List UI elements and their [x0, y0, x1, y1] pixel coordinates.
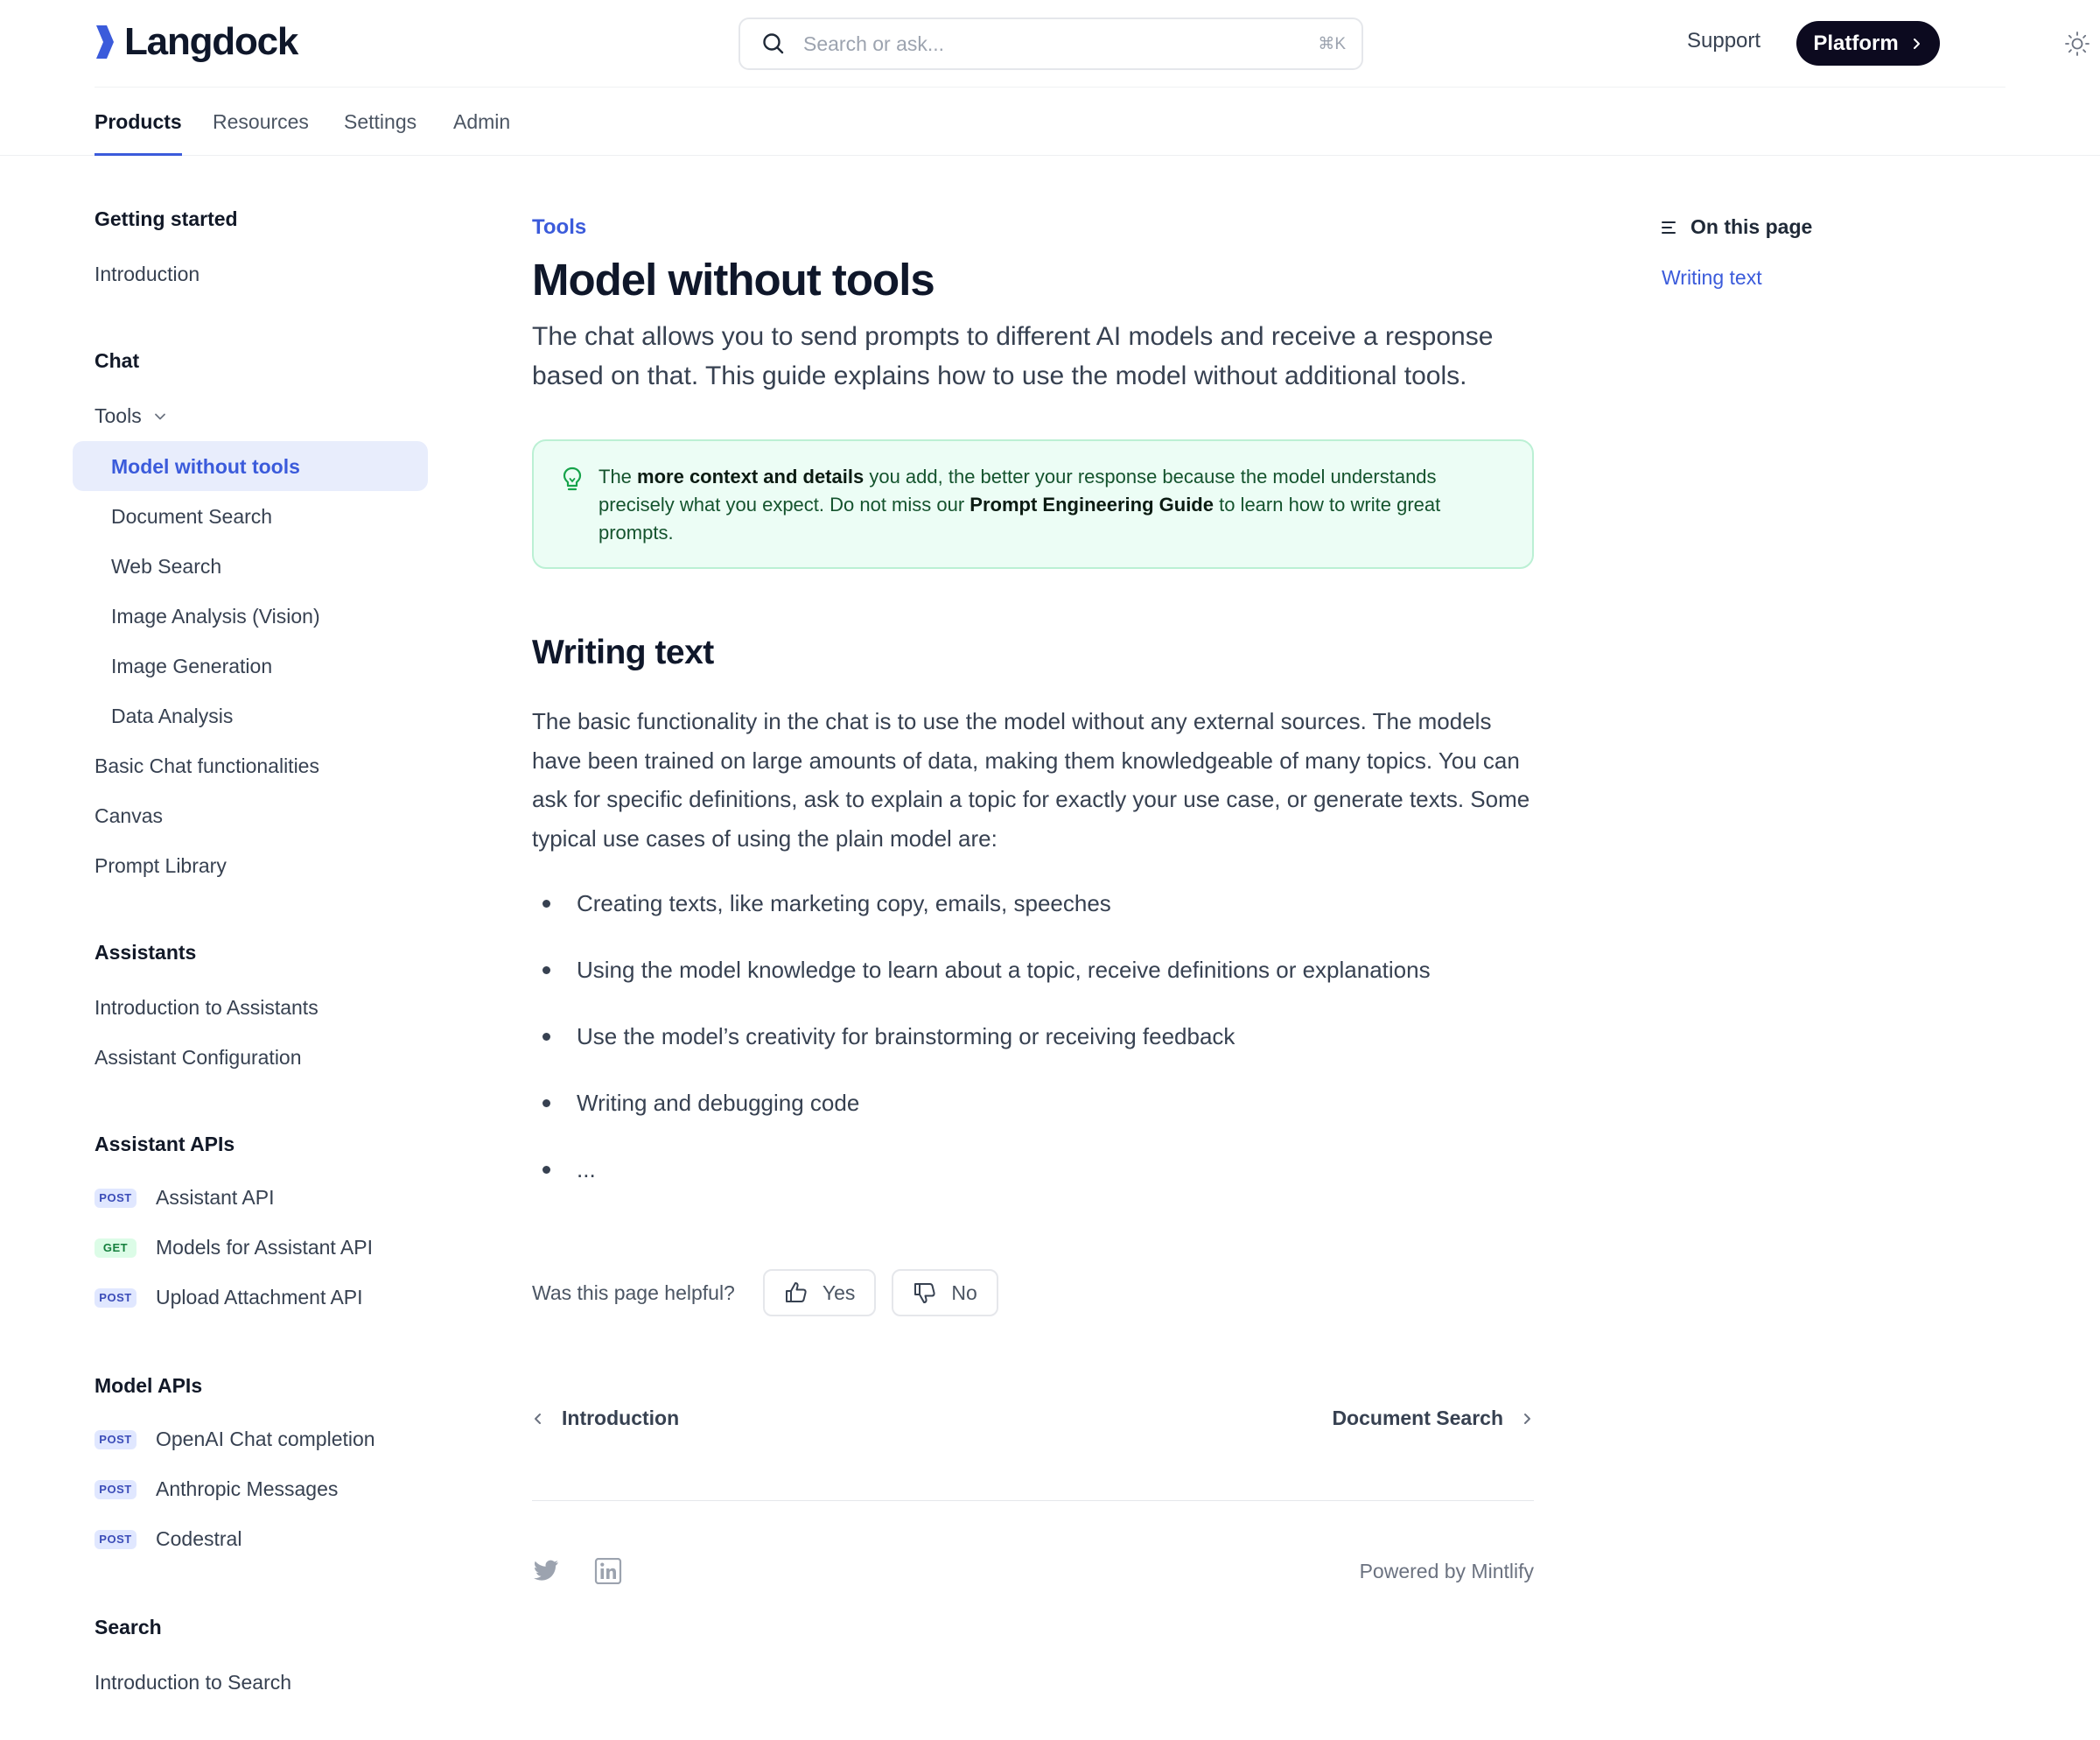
tab-settings[interactable]: Settings [344, 110, 416, 156]
feedback-bar: Was this page helpful? Yes No [532, 1269, 1014, 1316]
list-item: Writing and debugging code [532, 1085, 859, 1120]
sidebar-item-model-without-tools-label: Model without tools [111, 455, 300, 478]
tab-products[interactable]: Products [94, 110, 182, 156]
sidebar-item-openai-chat[interactable]: POST OpenAI Chat completion [94, 1428, 375, 1451]
search-shortcut: ⌘K [1318, 34, 1346, 53]
callout-emphasis: more context and details [637, 466, 864, 488]
page-title: Model without tools [532, 255, 935, 305]
feedback-question: Was this page helpful? [532, 1280, 735, 1304]
logo-mark-icon [96, 25, 114, 59]
sidebar-item-web-search[interactable]: Web Search [111, 555, 221, 579]
toc-header: On this page [1661, 215, 1812, 239]
logo-text: Langdock [124, 20, 298, 63]
method-badge-post: POST [94, 1188, 136, 1208]
chevron-down-icon [154, 413, 165, 419]
pager-previous-link[interactable]: Introduction [532, 1407, 679, 1430]
platform-button[interactable]: Platform [1796, 21, 1940, 66]
sidebar-section-model-apis: Model APIs [94, 1374, 203, 1397]
sidebar-item-image-analysis[interactable]: Image Analysis (Vision) [111, 605, 320, 628]
sidebar-item-canvas[interactable]: Canvas [94, 804, 163, 828]
sidebar-item-anthropic-messages[interactable]: POST Anthropic Messages [94, 1477, 338, 1501]
method-badge-post: POST [94, 1479, 136, 1499]
pager-next-link[interactable]: Document Search [1332, 1407, 1533, 1430]
sidebar-item-label: Models for Assistant API [156, 1236, 374, 1259]
product-tabs: Products Resources Settings Admin [0, 88, 2100, 156]
footer-divider [532, 1500, 1534, 1501]
powered-by-link[interactable]: Powered by Mintlify [1360, 1560, 1534, 1583]
sidebar-item-label: Assistant API [156, 1186, 275, 1209]
sidebar-item-intro-assistants[interactable]: Introduction to Assistants [94, 996, 318, 1020]
breadcrumb-eyebrow: Tools [532, 215, 587, 239]
sidebar-item-prompt-library[interactable]: Prompt Library [94, 854, 227, 878]
twitter-icon[interactable] [532, 1558, 560, 1584]
list-item: Use the model’s creativity for brainstor… [532, 1019, 1235, 1054]
sidebar-item-label: Anthropic Messages [156, 1477, 339, 1500]
sun-icon[interactable] [2063, 30, 2091, 58]
sidebar-item-introduction[interactable]: Introduction [94, 263, 200, 286]
platform-button-label: Platform [1813, 31, 1899, 55]
sidebar-item-data-analysis[interactable]: Data Analysis [111, 705, 233, 728]
sidebar-item-basic-chat[interactable]: Basic Chat functionalities [94, 754, 319, 778]
chevron-right-icon [1524, 1413, 1530, 1424]
sidebar-item-image-generation[interactable]: Image Generation [111, 655, 272, 678]
chevron-left-icon [535, 1413, 541, 1424]
sidebar-item-label: Codestral [156, 1527, 242, 1550]
sidebar-item-tools[interactable]: Tools [94, 404, 166, 428]
feedback-no-button[interactable]: No [892, 1269, 998, 1316]
sidebar-item-tools-label: Tools [94, 404, 142, 427]
method-badge-post: POST [94, 1287, 136, 1308]
search-placeholder: Search or ask... [803, 32, 945, 55]
support-link[interactable]: Support [1687, 29, 1760, 53]
sidebar-item-upload-attachment-api[interactable]: POST Upload Attachment API [94, 1286, 363, 1309]
list-item: Using the model knowledge to learn about… [532, 952, 1431, 987]
sidebar-item-document-search[interactable]: Document Search [111, 505, 272, 529]
toc-item-writing-text[interactable]: Writing text [1662, 266, 1762, 290]
method-badge-post: POST [94, 1529, 136, 1549]
list-item: ... [532, 1152, 596, 1187]
sidebar-section-chat: Chat [94, 349, 140, 372]
sidebar-item-assistant-config[interactable]: Assistant Configuration [94, 1046, 302, 1070]
linkedin-icon[interactable] [594, 1558, 622, 1584]
sidebar-item-label: OpenAI Chat completion [156, 1428, 375, 1450]
lightbulb-icon [563, 467, 582, 491]
section-body: The basic functionality in the chat is t… [532, 708, 1530, 852]
search-bar[interactable]: Search or ask... ⌘K [738, 18, 1363, 70]
chevron-right-icon [1913, 38, 1920, 49]
sidebar-item-label: Upload Attachment API [156, 1286, 363, 1309]
sidebar-item-models-assistant-api[interactable]: GET Models for Assistant API [94, 1236, 373, 1259]
section-heading-writing-text: Writing text [532, 634, 714, 671]
tip-callout-text: The more context and details you add, th… [598, 466, 1441, 544]
sidebar-section-assistant-apis: Assistant APIs [94, 1133, 235, 1155]
sidebar-item-intro-search[interactable]: Introduction to Search [94, 1671, 291, 1694]
sidebar-item-codestral[interactable]: POST Codestral [94, 1527, 242, 1551]
sidebar-item-assistant-api[interactable]: POST Assistant API [94, 1186, 275, 1210]
tab-resources[interactable]: Resources [213, 110, 309, 156]
search-icon [763, 33, 784, 54]
sidebar-section-search: Search [94, 1616, 162, 1638]
prompt-guide-link[interactable]: Prompt Engineering Guide [970, 494, 1214, 516]
sidebar-section-assistants: Assistants [94, 941, 197, 964]
feedback-yes-button[interactable]: Yes [762, 1269, 877, 1316]
logo[interactable]: Langdock [94, 19, 298, 65]
thumbs-up-icon [785, 1282, 807, 1302]
method-badge-post: POST [94, 1429, 136, 1449]
top-header: Langdock Search or ask... ⌘K Support Pla… [94, 0, 2090, 88]
thumbs-down-icon [914, 1283, 935, 1303]
method-badge-get: GET [94, 1238, 136, 1258]
page-description: The chat allows you to send prompts to d… [532, 322, 1494, 390]
list-icon [1662, 221, 1676, 234]
tip-callout: The more context and details you add, th… [532, 439, 1534, 569]
list-item: Creating texts, like marketing copy, ema… [532, 886, 1111, 921]
sidebar-section-getting-started: Getting started [94, 207, 238, 230]
tab-admin[interactable]: Admin [453, 110, 510, 156]
